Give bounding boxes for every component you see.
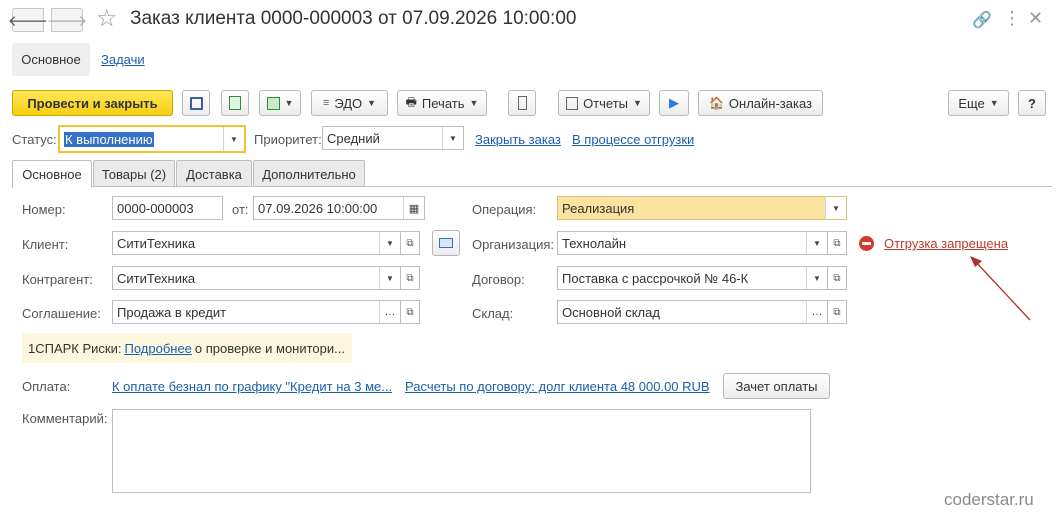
ellipsis-icon[interactable]: …	[806, 301, 827, 323]
print-button[interactable]: 🖶 Печать ▼	[397, 90, 487, 116]
forward-button[interactable]: 🡒	[47, 8, 87, 32]
agreement-label: Соглашение:	[22, 306, 101, 321]
open-icon[interactable]: ⧉	[401, 231, 420, 255]
document-list-icon	[517, 96, 527, 110]
more-vertical-icon[interactable]: ⋮	[1003, 8, 1021, 29]
date-label: от:	[232, 202, 249, 217]
comment-textarea[interactable]	[112, 409, 811, 493]
shipping-status-link[interactable]: В процессе отгрузки	[572, 132, 694, 147]
open-icon[interactable]: ⧉	[828, 231, 847, 255]
edo-icon: ≡	[322, 97, 330, 109]
open-icon[interactable]: ⧉	[828, 300, 847, 324]
agreement-field[interactable]: Продажа в кредит …	[112, 300, 401, 324]
section-tasks-link[interactable]: Задачи	[101, 52, 145, 67]
open-icon[interactable]: ⧉	[828, 266, 847, 290]
favorite-star-icon[interactable]: ☆	[96, 4, 118, 34]
play-store-icon: ▶	[669, 95, 679, 110]
client-label: Клиент:	[22, 237, 69, 252]
date-field[interactable]: 07.09.2026 10:00:00 ▦	[253, 196, 425, 220]
shipment-forbidden-link[interactable]: Отгрузка запрещена	[884, 236, 1008, 251]
stop-icon	[859, 236, 874, 251]
comment-label: Комментарий:	[22, 411, 108, 426]
chevron-down-icon[interactable]: ▼	[379, 232, 400, 254]
counterparty-label: Контрагент:	[22, 272, 93, 287]
arrow-left-icon: 🡐	[7, 12, 49, 30]
spark-details-link[interactable]: Подробнее	[124, 341, 191, 356]
online-order-icon: 🏠	[708, 96, 724, 110]
post-document-icon	[229, 96, 241, 110]
back-button[interactable]: 🡐	[8, 8, 48, 32]
contract-settlement-link[interactable]: Расчеты по договору: долг клиента 48 000…	[405, 379, 710, 394]
tab-divider	[12, 186, 1052, 187]
tab-delivery[interactable]: Доставка	[176, 160, 252, 187]
save-button[interactable]	[182, 90, 210, 116]
ellipsis-icon[interactable]: …	[379, 301, 400, 323]
edo-button[interactable]: ≡ ЭДО ▼	[311, 90, 388, 116]
warehouse-label: Склад:	[472, 306, 514, 321]
chevron-down-icon[interactable]: ▼	[442, 127, 463, 149]
reports-button[interactable]: Отчеты ▼	[558, 90, 650, 116]
calendar-icon[interactable]: ▦	[403, 197, 424, 219]
client-card-button[interactable]	[432, 230, 460, 256]
chevron-down-icon[interactable]: ▼	[825, 197, 846, 219]
operation-select[interactable]: Реализация ▼	[557, 196, 847, 220]
open-icon[interactable]: ⧉	[401, 300, 420, 324]
client-field[interactable]: СитиТехника ▼	[112, 231, 401, 255]
organization-field[interactable]: Технолайн ▼	[557, 231, 828, 255]
contract-field[interactable]: Поставка с рассрочкой № 46-К ▼	[557, 266, 828, 290]
chevron-down-icon[interactable]: ▼	[223, 127, 244, 151]
number-field[interactable]: 0000-000003	[112, 196, 223, 220]
payment-offset-button[interactable]: Зачет оплаты	[723, 373, 830, 399]
create-based-on-button[interactable]: ▼	[259, 90, 301, 116]
tab-main[interactable]: Основное	[12, 160, 92, 188]
card-icon	[439, 238, 453, 248]
spark-risks-panel: 1СПАРК Риски: Подробнее о проверке и мон…	[22, 333, 352, 363]
arrow-right-icon: 🡒	[46, 12, 88, 30]
online-order-button[interactable]: 🏠 Онлайн-заказ	[698, 90, 823, 116]
link-icon[interactable]: 🔗	[972, 10, 992, 30]
priority-value: Средний	[327, 130, 380, 146]
close-icon[interactable]: ✕	[1028, 8, 1043, 29]
payment-schedule-link[interactable]: К оплате безнал по графику "Кредит на 3 …	[112, 379, 392, 394]
priority-label: Приоритет:	[254, 132, 322, 147]
chevron-down-icon[interactable]: ▼	[806, 267, 827, 289]
chevron-down-icon[interactable]: ▼	[379, 267, 400, 289]
status-label: Статус:	[12, 132, 57, 147]
tab-goods[interactable]: Товары (2)	[93, 160, 175, 187]
status-select[interactable]: К выполнению ▼	[58, 125, 246, 153]
tab-additional[interactable]: Дополнительно	[253, 160, 365, 187]
printer-icon: 🖶	[405, 94, 417, 109]
create-based-icon	[266, 96, 280, 110]
more-button[interactable]: Еще ▼	[948, 90, 1009, 116]
apps-button[interactable]: ▶	[659, 90, 689, 116]
close-order-link[interactable]: Закрыть заказ	[475, 132, 561, 147]
counterparty-field[interactable]: СитиТехника ▼	[112, 266, 401, 290]
open-icon[interactable]: ⧉	[401, 266, 420, 290]
priority-select[interactable]: Средний ▼	[322, 126, 464, 150]
watermark: coderstar.ru	[944, 490, 1034, 509]
post-and-close-button[interactable]: Провести и закрыть	[12, 90, 173, 116]
status-value: К выполнению	[64, 131, 154, 147]
annotation-arrow	[970, 256, 1031, 321]
page-title: Заказ клиента 0000-000003 от 07.09.2026 …	[130, 8, 577, 29]
operation-label: Операция:	[472, 202, 537, 217]
payment-label: Оплата:	[22, 379, 71, 394]
organization-label: Организация:	[472, 237, 555, 252]
warehouse-field[interactable]: Основной склад …	[557, 300, 828, 324]
reports-icon	[566, 96, 579, 110]
post-button[interactable]	[221, 90, 249, 116]
save-icon	[189, 96, 203, 110]
number-label: Номер:	[22, 202, 66, 217]
section-main[interactable]: Основное	[12, 43, 90, 76]
contract-label: Договор:	[472, 272, 525, 287]
help-button[interactable]: ?	[1018, 90, 1046, 116]
chevron-down-icon[interactable]: ▼	[806, 232, 827, 254]
structure-button[interactable]	[508, 90, 536, 116]
